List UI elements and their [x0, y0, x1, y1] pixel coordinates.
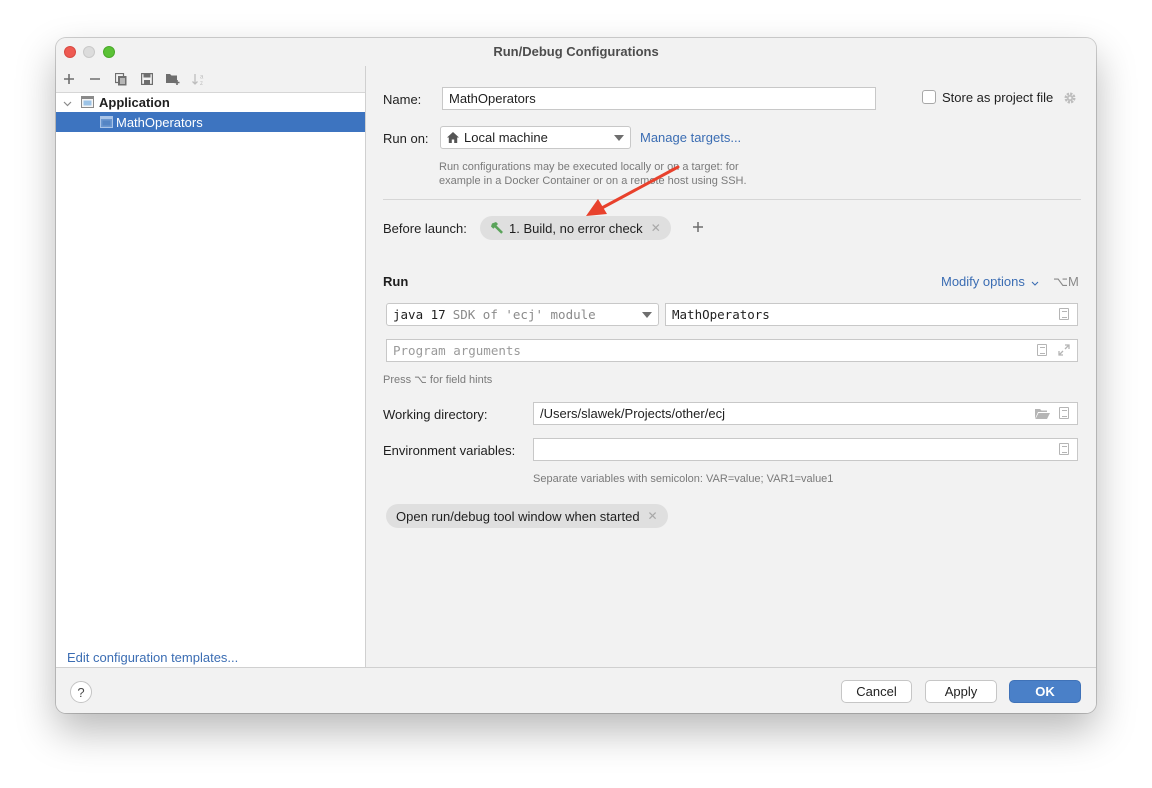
- before-launch-task-label: 1. Build, no error check: [509, 220, 643, 236]
- svg-text:a: a: [200, 74, 204, 80]
- environment-variables-label: Environment variables:: [383, 443, 516, 458]
- run-on-label: Run on:: [383, 131, 429, 146]
- configuration-form: Name: MathOperators Store as project fil…: [366, 66, 1096, 667]
- new-folder-icon[interactable]: [164, 70, 182, 88]
- modify-options-link[interactable]: Modify options: [941, 274, 1039, 289]
- application-config-icon: [100, 116, 113, 128]
- option-chip-label: Open run/debug tool window when started: [396, 508, 640, 524]
- store-as-project-file-checkbox[interactable]: [922, 90, 936, 104]
- application-config-icon: [81, 96, 94, 108]
- browse-list-icon[interactable]: [1059, 407, 1069, 419]
- sidebar-toolbar: az: [56, 66, 365, 93]
- tree-item-label: MathOperators: [116, 114, 203, 130]
- run-debug-dialog: Run/Debug Configurations az Application …: [56, 38, 1096, 713]
- working-directory-label: Working directory:: [383, 407, 488, 422]
- chevron-down-icon[interactable]: [63, 95, 73, 110]
- working-directory-value: /Users/slawek/Projects/other/ecj: [540, 406, 725, 421]
- name-input-value: MathOperators: [449, 91, 536, 106]
- remove-icon[interactable]: [86, 70, 104, 88]
- program-arguments-input[interactable]: Program arguments: [386, 339, 1078, 362]
- run-on-hint-line2: example in a Docker Container or on a re…: [439, 175, 747, 187]
- home-icon: [447, 132, 459, 143]
- main-class-value: MathOperators: [672, 307, 770, 322]
- ok-button[interactable]: OK: [1009, 680, 1081, 703]
- dialog-footer: ? Cancel Apply OK: [56, 667, 1096, 713]
- help-button[interactable]: ?: [70, 681, 92, 703]
- divider: [383, 199, 1081, 200]
- field-hints-text: Press ⌥ for field hints: [383, 374, 493, 386]
- add-icon[interactable]: [60, 70, 78, 88]
- name-label: Name:: [383, 92, 422, 107]
- svg-text:z: z: [200, 81, 203, 86]
- name-input[interactable]: MathOperators: [442, 87, 876, 110]
- jdk-dropdown[interactable]: java 17 SDK of 'ecj' module: [386, 303, 659, 326]
- copy-icon[interactable]: [112, 70, 130, 88]
- dropdown-arrow-icon: [614, 135, 624, 141]
- tree-item-mathoperators[interactable]: MathOperators: [56, 112, 365, 132]
- browse-list-icon[interactable]: [1059, 443, 1069, 455]
- apply-button[interactable]: Apply: [925, 680, 997, 703]
- modify-options-shortcut: ⌥M: [1053, 274, 1079, 289]
- tree-item-application[interactable]: Application: [56, 92, 365, 112]
- open-tool-window-option-chip[interactable]: Open run/debug tool window when started …: [386, 504, 668, 528]
- run-on-dropdown[interactable]: Local machine: [440, 126, 631, 149]
- hammer-icon: [490, 221, 504, 235]
- expand-icon[interactable]: [1058, 344, 1070, 356]
- run-section-title: Run: [383, 274, 409, 289]
- edit-configuration-templates-link[interactable]: Edit configuration templates...: [67, 650, 238, 665]
- working-directory-input[interactable]: /Users/slawek/Projects/other/ecj: [533, 402, 1078, 425]
- store-as-project-file-label: Store as project file: [942, 90, 1054, 105]
- cancel-button[interactable]: Cancel: [841, 680, 912, 703]
- before-launch-task-chip[interactable]: 1. Build, no error check ✕: [480, 216, 671, 240]
- save-icon[interactable]: [138, 70, 156, 88]
- dropdown-arrow-icon: [642, 312, 652, 318]
- program-arguments-placeholder: Program arguments: [393, 343, 521, 358]
- configurations-sidebar: az Application MathOperators Edit config…: [56, 66, 366, 667]
- folder-icon[interactable]: [1035, 408, 1050, 420]
- before-launch-label: Before launch:: [383, 221, 467, 236]
- remove-option-icon[interactable]: ✕: [648, 509, 658, 523]
- browse-list-icon[interactable]: [1059, 308, 1069, 320]
- manage-targets-link[interactable]: Manage targets...: [640, 130, 741, 145]
- remove-task-icon[interactable]: ✕: [651, 221, 661, 235]
- add-task-button[interactable]: [692, 221, 704, 236]
- tree-item-label: Application: [99, 94, 170, 110]
- environment-variables-input[interactable]: [533, 438, 1078, 461]
- run-on-value: Local machine: [464, 130, 548, 145]
- title-bar: Run/Debug Configurations: [56, 38, 1096, 66]
- run-on-hint-line1: Run configurations may be executed local…: [439, 161, 739, 173]
- gear-icon[interactable]: [1063, 91, 1077, 108]
- window-title: Run/Debug Configurations: [493, 44, 659, 59]
- modify-options-label: Modify options: [941, 274, 1025, 289]
- browse-list-icon[interactable]: [1037, 344, 1047, 356]
- jdk-value: java 17: [393, 307, 446, 322]
- sort-icon[interactable]: az: [190, 70, 208, 88]
- chevron-down-icon: [1031, 274, 1039, 289]
- main-class-input[interactable]: MathOperators: [665, 303, 1078, 326]
- jdk-detail: SDK of 'ecj' module: [452, 307, 596, 322]
- environment-variables-hint: Separate variables with semicolon: VAR=v…: [533, 473, 834, 485]
